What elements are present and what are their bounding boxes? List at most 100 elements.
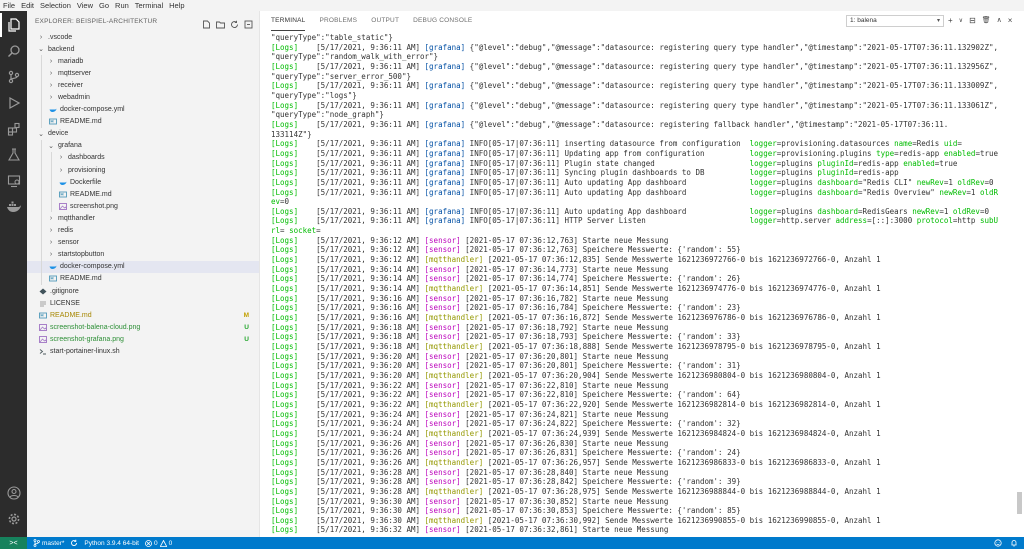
- menu-item-file[interactable]: File: [3, 0, 15, 11]
- markdown-file-icon: [59, 191, 67, 198]
- tree-folder[interactable]: › webadmin: [27, 91, 259, 104]
- terminal-line: [Logs] [5/17/2021, 9:36:12 AM] [sensor] …: [271, 236, 1011, 246]
- tree-folder[interactable]: ⌄ grafana: [27, 139, 259, 152]
- tree-folder[interactable]: › redis: [27, 224, 259, 237]
- remote-indicator[interactable]: ><: [0, 537, 27, 549]
- kill-terminal-icon[interactable]: 🗑: [982, 15, 991, 27]
- terminal-line: "queryType":"server_error_500"}: [271, 72, 1011, 82]
- new-folder-icon[interactable]: [216, 16, 225, 29]
- new-file-icon[interactable]: [202, 16, 211, 29]
- close-panel-icon[interactable]: ×: [1008, 15, 1013, 27]
- menu-item-help[interactable]: Help: [169, 0, 184, 11]
- tree-file[interactable]: start-portainer-linux.sh: [27, 345, 259, 357]
- tree-folder[interactable]: › mariadb: [27, 55, 259, 68]
- log-tag-sensor: [sensor]: [424, 419, 461, 429]
- accounts-icon[interactable]: [0, 481, 27, 505]
- docker-file-icon: [49, 263, 57, 270]
- explorer-icon[interactable]: [0, 13, 27, 37]
- tree-file[interactable]: .gitignore: [27, 285, 259, 297]
- log-text: [5/17/2021, 9:36:30 AM]: [298, 515, 425, 525]
- tree-file[interactable]: screenshot-balena-cloud.png U: [27, 321, 259, 333]
- testing-icon[interactable]: [0, 143, 27, 167]
- tree-file[interactable]: README.md M: [27, 309, 259, 321]
- panel: TERMINAL PROBLEMS OUTPUT DEBUG CONSOLE 1: b…: [259, 11, 1024, 537]
- log-tag-logs: [Logs]: [271, 61, 299, 71]
- indent-guide: [41, 224, 42, 237]
- log-tag-sensor: [sensor]: [424, 506, 461, 516]
- tree-item-label: README.md: [70, 190, 112, 198]
- tab-problems[interactable]: PROBLEMS: [319, 11, 357, 31]
- docker-icon[interactable]: [0, 195, 27, 219]
- run-debug-icon[interactable]: [0, 91, 27, 115]
- tree-file[interactable]: docker-compose.yml: [27, 260, 259, 273]
- menu-item-edit[interactable]: Edit: [21, 0, 34, 11]
- log-text: =plugins: [776, 177, 818, 187]
- tab-terminal[interactable]: TERMINAL: [271, 11, 306, 31]
- log-tag-sensor: [sensor]: [424, 264, 461, 274]
- tree-file[interactable]: README.md: [27, 272, 259, 285]
- feedback-icon[interactable]: [994, 534, 1002, 549]
- problems-indicator[interactable]: 0 0: [145, 539, 172, 547]
- tree-folder[interactable]: › mqtthandler: [27, 212, 259, 225]
- terminal-output[interactable]: "queryType":"table_static"} [Logs] [5/17/…: [271, 33, 1011, 537]
- menu-item-view[interactable]: View: [77, 0, 93, 11]
- log-tag-logs: [Logs]: [271, 148, 299, 158]
- tree-folder[interactable]: ⌄ backend: [27, 43, 259, 55]
- remote-explorer-icon[interactable]: [0, 169, 27, 193]
- refresh-icon[interactable]: [230, 16, 239, 28]
- indent-guide: [41, 55, 42, 68]
- tree-file[interactable]: Dockerfile: [27, 176, 259, 189]
- tree-folder[interactable]: › .vscode: [27, 31, 259, 43]
- tab-debug-console[interactable]: DEBUG CONSOLE: [413, 11, 472, 31]
- tree-folder[interactable]: › startstopbutton: [27, 248, 259, 261]
- tree-file[interactable]: README.md: [27, 188, 259, 201]
- chevron-right-icon: ›: [49, 69, 53, 77]
- search-icon[interactable]: [0, 39, 27, 63]
- log-text: [5/17/2021, 9:36:26 AM]: [298, 438, 425, 448]
- log-text: [5/17/2021, 9:36:16 AM]: [298, 293, 425, 303]
- menu-item-go[interactable]: Go: [99, 0, 109, 11]
- tree-file[interactable]: screenshot-grafana.png U: [27, 333, 259, 345]
- tree-folder[interactable]: › provisioning: [27, 164, 259, 177]
- log-text: [2021-05-17 07:36:18,888] Sende Messwert…: [483, 342, 881, 351]
- log-text: [5/17/2021, 9:36:12 AM]: [298, 245, 425, 255]
- log-tag-sensor: [sensor]: [424, 438, 461, 448]
- split-terminal-icon[interactable]: ⊟: [969, 15, 976, 27]
- log-tag-logs: ev: [271, 197, 281, 207]
- log-tag-grafana: [grafana]: [424, 139, 466, 149]
- terminal-scrollbar[interactable]: [1017, 492, 1022, 514]
- indent-guide: [51, 151, 52, 165]
- python-interpreter[interactable]: Python 3.9.4 64-bit: [84, 540, 139, 547]
- tree-file[interactable]: README.md: [27, 115, 259, 128]
- source-control-icon[interactable]: [0, 65, 27, 89]
- tree-folder[interactable]: ⌄ device: [27, 128, 259, 140]
- terminal-dropdown-icon[interactable]: ∨: [959, 15, 963, 27]
- tree-file[interactable]: screenshot.png: [27, 200, 259, 213]
- new-terminal-icon[interactable]: +: [948, 15, 953, 27]
- indent-guide: [41, 272, 42, 285]
- notifications-bell-icon[interactable]: [1010, 534, 1018, 549]
- sync-indicator[interactable]: [70, 539, 78, 547]
- tree-folder[interactable]: › mqttserver: [27, 67, 259, 80]
- tree-item-label: provisioning: [68, 166, 106, 174]
- terminal-select[interactable]: 1: balena ▾: [846, 15, 944, 27]
- collapse-all-icon[interactable]: [244, 16, 253, 29]
- image-file-icon: [39, 335, 47, 343]
- tree-file[interactable]: LICENSE: [27, 297, 259, 309]
- menu-item-run[interactable]: Run: [115, 0, 129, 11]
- log-tag-logs: [Logs]: [271, 216, 299, 226]
- log-text: =redis-app: [894, 148, 944, 158]
- menu-item-terminal[interactable]: Terminal: [135, 0, 163, 11]
- tree-item-label: receiver: [58, 81, 83, 89]
- tree-folder[interactable]: › receiver: [27, 79, 259, 92]
- tab-output[interactable]: OUTPUT: [371, 11, 399, 31]
- settings-gear-icon[interactable]: [0, 507, 27, 531]
- menu-item-selection[interactable]: Selection: [40, 0, 71, 11]
- extensions-icon[interactable]: [0, 117, 27, 141]
- tree-folder[interactable]: › dashboards: [27, 151, 259, 165]
- tree-folder[interactable]: › sensor: [27, 236, 259, 249]
- log-text: =: [316, 226, 321, 236]
- branch-indicator[interactable]: master*: [33, 539, 64, 547]
- tree-file[interactable]: docker-compose.yml: [27, 103, 259, 116]
- maximize-panel-icon[interactable]: ∧: [997, 15, 1002, 27]
